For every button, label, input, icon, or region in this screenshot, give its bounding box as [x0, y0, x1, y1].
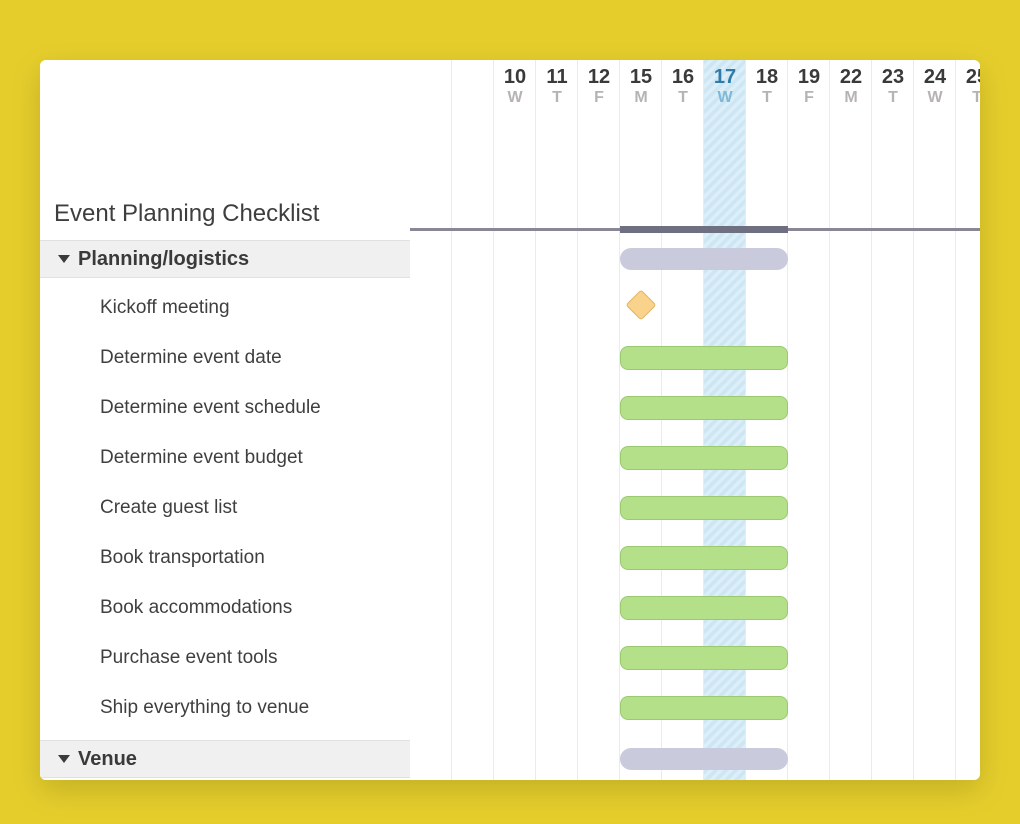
day-header: 23T — [872, 60, 914, 120]
timeline-area[interactable]: 10W 11T 12F 15M 16T 17W 18T 19F 22M 23T … — [410, 60, 980, 780]
task-bar[interactable] — [620, 496, 788, 520]
task-label[interactable]: Purchase event tools — [100, 638, 277, 678]
day-col — [452, 60, 494, 780]
collapse-icon — [58, 755, 70, 763]
day-header-today: 17W — [704, 60, 746, 120]
group-header-venue[interactable]: Venue — [40, 740, 410, 778]
group-header-planning[interactable]: Planning/logistics — [40, 240, 410, 278]
task-bar[interactable] — [620, 346, 788, 370]
task-label[interactable]: Determine event schedule — [100, 388, 321, 428]
day-header: 16T — [662, 60, 704, 120]
day-col — [578, 60, 620, 780]
task-bar[interactable] — [620, 396, 788, 420]
day-col — [536, 60, 578, 780]
day-header: 10W — [494, 60, 536, 120]
day-col — [830, 60, 872, 780]
group-rollup-bar[interactable] — [620, 248, 788, 270]
day-col — [746, 60, 788, 780]
task-label[interactable]: Determine event date — [100, 338, 282, 378]
day-col — [662, 60, 704, 780]
task-label[interactable]: Book accommodations — [100, 588, 292, 628]
day-header: 22M — [830, 60, 872, 120]
day-header: 12F — [578, 60, 620, 120]
task-bar[interactable] — [620, 696, 788, 720]
day-header: 24W — [914, 60, 956, 120]
project-title: Event Planning Checklist — [54, 200, 319, 228]
day-col — [872, 60, 914, 780]
day-header: 11T — [536, 60, 578, 120]
collapse-icon — [58, 255, 70, 263]
task-bar[interactable] — [620, 546, 788, 570]
day-col-today — [704, 60, 746, 780]
task-bar[interactable] — [620, 596, 788, 620]
day-col — [956, 60, 980, 780]
task-sidebar: Event Planning Checklist Planning/logist… — [40, 60, 410, 780]
task-label[interactable]: Ship everything to venue — [100, 688, 309, 728]
day-header: 15M — [620, 60, 662, 120]
gantt-app: Event Planning Checklist Planning/logist… — [40, 60, 980, 780]
day-header: 25T — [956, 60, 980, 120]
group-label: Planning/logistics — [78, 248, 249, 271]
day-col — [914, 60, 956, 780]
task-label[interactable]: Book transportation — [100, 538, 265, 578]
day-header-blank — [410, 60, 452, 120]
day-header: 19F — [788, 60, 830, 120]
task-label[interactable]: Create guest list — [100, 488, 237, 528]
day-col — [410, 60, 452, 780]
day-header: 18T — [746, 60, 788, 120]
task-label[interactable]: Kickoff meeting — [100, 288, 230, 328]
task-bar[interactable] — [620, 446, 788, 470]
day-col — [620, 60, 662, 780]
day-columns — [410, 60, 980, 780]
group-label: Venue — [78, 748, 137, 771]
summary-bar-thick — [620, 226, 788, 233]
day-col — [788, 60, 830, 780]
day-header-blank — [452, 60, 494, 120]
day-col — [494, 60, 536, 780]
group-rollup-bar[interactable] — [620, 748, 788, 770]
timeline-header: 10W 11T 12F 15M 16T 17W 18T 19F 22M 23T … — [410, 60, 980, 120]
task-bar[interactable] — [620, 646, 788, 670]
task-label[interactable]: Determine event budget — [100, 438, 303, 478]
